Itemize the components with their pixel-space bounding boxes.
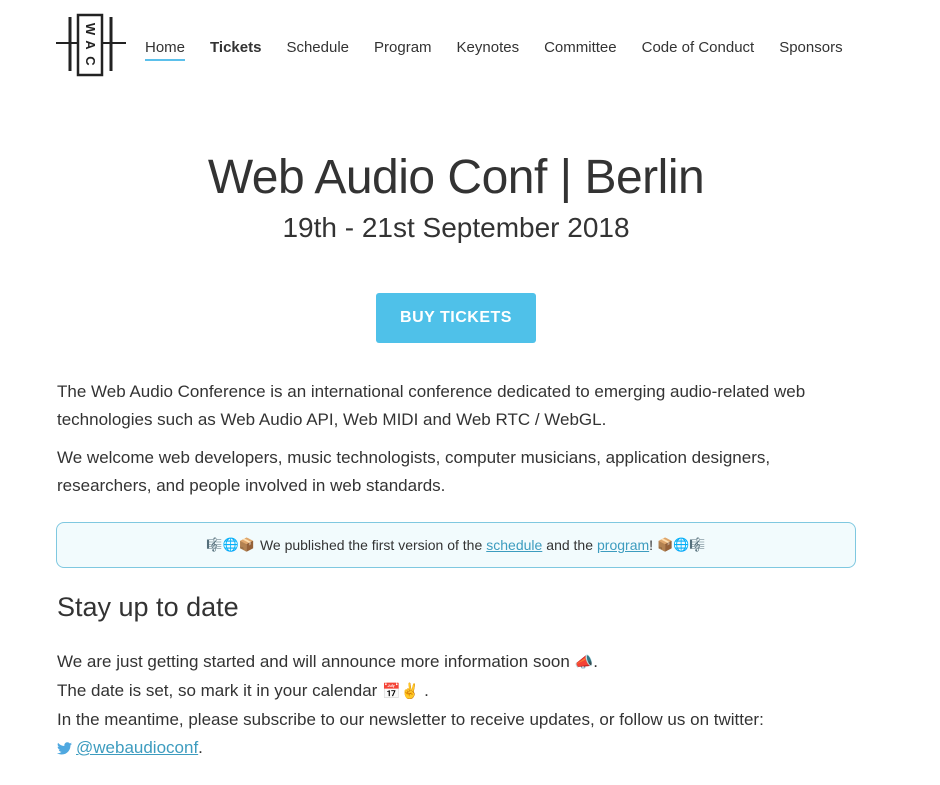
announce-text: We are just getting started and will ann… [57,652,570,671]
notice-text-middle: and the [546,537,594,553]
megaphone-icon: 📣 [574,654,594,671]
twitter-handle-link[interactable]: @webaudioconf [76,738,198,757]
intro-paragraph-2: We welcome web developers, music technol… [57,448,771,495]
nav-sponsors[interactable]: Sponsors [779,39,842,61]
notice-emoji-right: 📦🌐🎼 [657,537,706,552]
nav-schedule[interactable]: Schedule [286,39,349,61]
stay-up-to-date-content: We are just getting started and will ann… [57,652,764,757]
page-title: Web Audio Conf | Berlin [207,151,705,204]
calendar-icon: 📅✌️ [382,683,420,700]
intro-paragraph-1: The Web Audio Conference is an internati… [57,382,806,429]
top-navigation: W A C Home Tickets Schedule Program Keyn… [56,13,876,79]
conference-dates: 19th - 21st September 2018 [282,212,630,243]
nav-links: Home Tickets Schedule Program Keynotes C… [145,39,868,61]
wac-logo-icon[interactable]: W A C [56,13,126,77]
program-link[interactable]: program [597,537,649,553]
nav-code-of-conduct[interactable]: Code of Conduct [642,39,755,61]
svg-text:W: W [83,23,98,36]
notice-emoji-left: 🎼🌐📦 [206,537,255,552]
buy-tickets-button[interactable]: BUY TICKETS [376,293,536,343]
nav-tickets[interactable]: Tickets [210,39,261,61]
twitter-bird-icon[interactable] [57,742,72,755]
nav-program[interactable]: Program [374,39,432,61]
notice-text-after: ! [649,537,654,553]
schedule-link[interactable]: schedule [486,537,542,553]
nav-keynotes[interactable]: Keynotes [457,39,520,61]
svg-text:C: C [83,56,98,66]
svg-text:A: A [83,40,98,50]
notice-text-before: We published the first version of the [259,537,483,553]
stay-up-to-date-heading: Stay up to date [57,592,239,622]
newsletter-text: In the meantime, please subscribe to our… [57,710,764,729]
calendar-text: The date is set, so mark it in your cale… [57,681,378,700]
nav-committee[interactable]: Committee [544,39,617,61]
announcement-banner: 🎼🌐📦 We published the first version of th… [56,522,856,568]
nav-home[interactable]: Home [145,39,186,61]
